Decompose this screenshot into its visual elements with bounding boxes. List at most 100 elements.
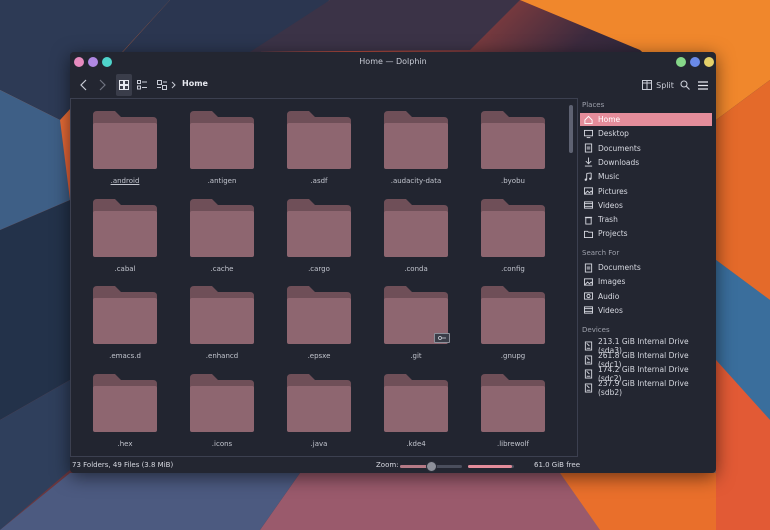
menu-button[interactable] [696, 74, 710, 96]
toolbar: Home Split [70, 74, 716, 98]
places-section-title: Places [582, 101, 605, 109]
folder-item[interactable]: .icons [176, 370, 266, 456]
folder-item[interactable]: .audacity-data [370, 107, 460, 193]
folder-item[interactable]: .byobu [467, 107, 557, 193]
folder-item[interactable]: .conda [370, 195, 460, 281]
search-item-label: Audio [598, 291, 620, 301]
folder-item[interactable]: .kde4 [370, 370, 460, 456]
place-item-label: Projects [598, 229, 628, 239]
folder-item[interactable]: .gnupg [467, 282, 557, 368]
folder-icon [93, 198, 157, 257]
forward-button[interactable] [94, 74, 110, 96]
drive-icon [584, 355, 593, 365]
folder-icon [481, 286, 545, 344]
folder-icon [384, 111, 448, 169]
folder-icon [93, 111, 157, 169]
zoom-slider-handle[interactable] [426, 461, 437, 472]
dolphin-window: Home — Dolphin Home Split .android .anti… [70, 52, 716, 473]
folder-name: .kde4 [406, 439, 426, 448]
minimize-button[interactable] [676, 57, 686, 67]
folder-item[interactable]: .cabal [79, 195, 169, 281]
place-item-home[interactable]: Home [580, 113, 712, 126]
folder-item[interactable]: .epsxe [273, 282, 363, 368]
place-item-desktop[interactable]: Desktop [580, 127, 712, 140]
breadcrumb-separator [170, 74, 178, 96]
window-title: Home — Dolphin [359, 57, 427, 66]
place-item-projects[interactable]: Projects [580, 227, 712, 240]
folder-item[interactable]: .hex [79, 370, 169, 456]
folder-item[interactable]: .cargo [273, 195, 363, 281]
split-view-icon [642, 80, 653, 90]
pictures-icon [584, 277, 593, 286]
drive-icon [584, 341, 593, 350]
folder-name: .android [110, 177, 140, 185]
folder-item[interactable]: .antigen [176, 107, 266, 193]
drive-icon [584, 383, 593, 393]
folder-name: .hex [117, 439, 133, 448]
place-item-music[interactable]: Music [580, 170, 712, 183]
folder-name: .enhancd [205, 352, 239, 360]
folder-name: .audacity-data [390, 177, 442, 185]
folder-item[interactable]: .cache [176, 195, 266, 281]
search-item-videos[interactable]: Videos [580, 304, 712, 317]
free-space-bar [468, 465, 514, 468]
folder-item[interactable]: .config [467, 195, 557, 281]
folder-icon [93, 373, 157, 432]
search-icon [680, 80, 690, 90]
place-item-label: Home [598, 115, 621, 124]
device-item-label: 237.9 GiB Internal Drive (sdb2) [598, 379, 689, 398]
folder-name: .librewolf [496, 439, 529, 448]
folder-item[interactable]: .enhancd [176, 282, 266, 368]
close-button[interactable] [704, 57, 714, 67]
maximize-button[interactable] [690, 57, 700, 67]
place-item-pictures[interactable]: Pictures [580, 185, 712, 198]
chevron-right-icon [171, 81, 176, 89]
folder-icon [287, 373, 351, 432]
compact-view-button[interactable] [134, 74, 150, 96]
place-item-label: Trash [598, 215, 618, 225]
trash-icon [584, 215, 593, 225]
folder-icon [287, 198, 351, 257]
place-item-documents[interactable]: Documents [580, 142, 712, 155]
search-item-documents[interactable]: Documents [580, 261, 712, 274]
folder-item[interactable]: .git [370, 282, 460, 368]
details-view-button[interactable] [154, 74, 170, 96]
place-item-trash[interactable]: Trash [580, 213, 712, 226]
search-item-images[interactable]: Images [580, 275, 712, 288]
place-item-label: Documents [598, 143, 641, 153]
file-view[interactable]: .android .antigen .asdf .audacity-data .byob… [70, 98, 578, 457]
icons-view-icon [119, 80, 129, 90]
split-label: Split [656, 80, 674, 90]
search-item-audio[interactable]: Audio [580, 290, 712, 303]
desktop-icon [584, 129, 593, 138]
scrollbar[interactable] [569, 105, 573, 153]
compact-view-icon [137, 80, 147, 90]
folder-name: .antigen [207, 177, 237, 185]
folder-item[interactable]: .emacs.d [79, 282, 169, 368]
folder-item[interactable]: .android [79, 107, 169, 193]
place-item-videos[interactable]: Videos [580, 199, 712, 212]
breadcrumb-home[interactable]: Home [182, 79, 208, 88]
details-view-icon [157, 80, 167, 90]
split-button[interactable]: Split [640, 74, 676, 96]
device-item-237-9-gib-internal-drive-sdb2[interactable]: 237.9 GiB Internal Drive (sdb2) [580, 379, 712, 398]
search-button[interactable] [678, 74, 692, 96]
folder-item[interactable]: .asdf [273, 107, 363, 193]
folder-icon [287, 286, 351, 344]
back-button[interactable] [76, 74, 92, 96]
audio-icon [584, 292, 593, 301]
chevron-left-icon [80, 79, 87, 91]
search-section-title: Search For [582, 249, 620, 257]
folder-icon [384, 373, 448, 432]
folder-name: .cache [210, 264, 234, 273]
folder-icon [190, 198, 254, 257]
place-item-downloads[interactable]: Downloads [580, 156, 712, 169]
folder-item[interactable]: .java [273, 370, 363, 456]
place-item-label: Desktop [598, 129, 629, 139]
folder-icon [481, 373, 545, 432]
folder-icon [190, 111, 254, 169]
icons-view-button[interactable] [116, 74, 132, 96]
search-item-label: Images [598, 277, 626, 287]
folder-item[interactable]: .librewolf [467, 370, 557, 456]
title-bar: Home — Dolphin [70, 52, 716, 74]
